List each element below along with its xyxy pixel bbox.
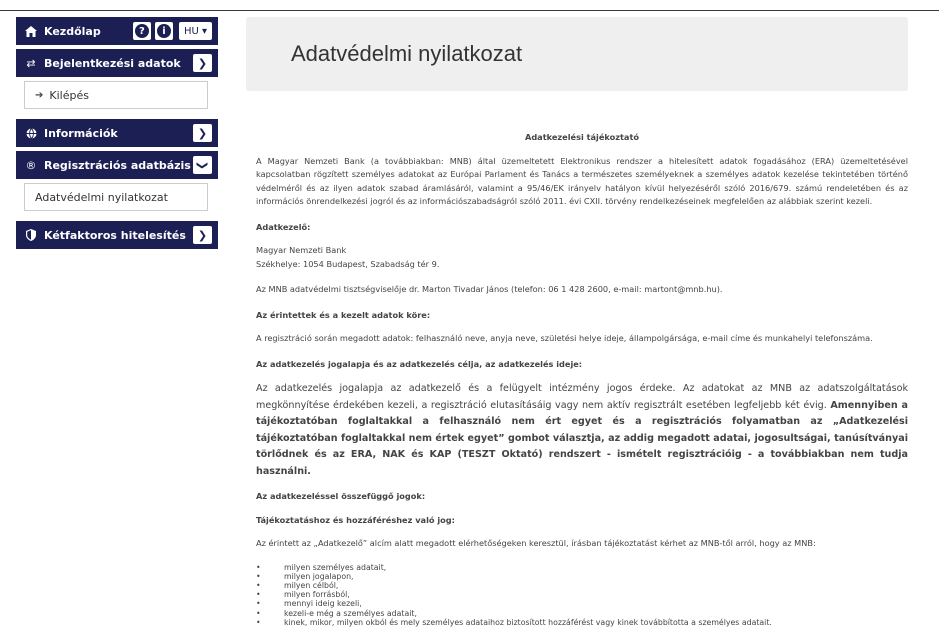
list-item: mennyi ideig kezeli, xyxy=(256,599,908,608)
privacy-label: Adatvédelmi nyilatkozat xyxy=(35,190,168,204)
privacy-statement-link[interactable]: Adatvédelmi nyilatkozat xyxy=(24,183,208,211)
basis-text: Az adatkezelés jogalapja az adatkezelő é… xyxy=(256,383,908,411)
registered-icon: ® xyxy=(25,158,37,172)
page-title: Adatvédelmi nyilatkozat xyxy=(291,41,523,66)
controller-block: Magyar Nemzeti Bank Székhelye: 1054 Buda… xyxy=(256,244,908,271)
list-item: milyen jogalapon, xyxy=(256,572,908,581)
top-divider xyxy=(0,10,939,11)
globe-icon xyxy=(24,127,38,139)
intro-paragraph: A Magyar Nemzeti Bank (a továbbiakban: M… xyxy=(256,155,908,207)
top-buttons: ? i HU ▾ xyxy=(132,22,212,40)
basis-heading: Az adatkezelés jogalapja és az adatkezel… xyxy=(256,358,583,369)
registry-label: Regisztrációs adatbázis xyxy=(44,158,191,172)
language-selector[interactable]: HU ▾ xyxy=(178,22,212,40)
list-item: kinek, mikor, milyen okból és mely szemé… xyxy=(256,618,908,627)
chevron-right-icon[interactable]: ❯ xyxy=(193,124,212,142)
login-data-label: Bejelentkezési adatok xyxy=(44,56,181,70)
list-item: milyen célból, xyxy=(256,581,908,590)
scope-heading: Az érintettek és a kezelt adatok köre: xyxy=(256,309,431,320)
info-button[interactable]: i xyxy=(154,22,173,40)
logout-link[interactable]: ➔ Kilépés xyxy=(24,81,208,109)
logout-label: Kilépés xyxy=(49,88,89,102)
page-header: Adatvédelmi nyilatkozat xyxy=(246,17,908,91)
access-paragraph: Az érintett az „Adatkezelő” alcím alatt … xyxy=(256,538,816,548)
two-factor-label: Kétfaktoros hitelesítés xyxy=(44,228,186,242)
swap-icon: ⇄ xyxy=(26,56,36,70)
list-item: milyen személyes adatait, xyxy=(256,563,908,572)
home-link[interactable]: Kezdőlap xyxy=(44,25,133,38)
main-area: Adatvédelmi nyilatkozat Adatkezelési táj… xyxy=(246,17,908,627)
list-item: kezeli-e még a személyes adatait, xyxy=(256,609,908,618)
login-data-bar[interactable]: ⇄ Bejelentkezési adatok ❯ xyxy=(16,49,218,77)
registry-bar[interactable]: ® Regisztrációs adatbázis ❯ xyxy=(16,151,218,179)
dpo-paragraph: Az MNB adatvédelmi tisztségviselője dr. … xyxy=(256,284,723,294)
info-icon: i xyxy=(156,24,171,38)
help-button[interactable]: ? xyxy=(132,22,151,40)
chevron-right-icon[interactable]: ❯ xyxy=(193,226,212,244)
scope-paragraph: A regisztráció során megadott adatok: fe… xyxy=(256,333,873,343)
info-label: Információk xyxy=(44,126,118,140)
home-icon xyxy=(24,25,38,37)
rights-heading: Az adatkezeléssel összefüggő jogok: xyxy=(256,491,426,501)
controller-name: Magyar Nemzeti Bank xyxy=(256,245,347,255)
sign-out-icon: ➔ xyxy=(35,89,44,101)
controller-heading: Adatkezelő: xyxy=(256,221,311,232)
list-item: milyen forrásból, xyxy=(256,590,908,599)
sidebar: Kezdőlap ? i HU ▾ ⇄ Bejelentkezési adato… xyxy=(16,17,218,253)
chevron-down-glyph: ❯ xyxy=(196,160,209,170)
help-icon: ? xyxy=(134,24,149,38)
info-bar[interactable]: Információk ❯ xyxy=(16,119,218,147)
privacy-content: Adatkezelési tájékoztató A Magyar Nemzet… xyxy=(246,131,908,627)
basis-paragraph: Az adatkezelés jogalapja az adatkezelő é… xyxy=(256,381,908,480)
access-heading: Tájékoztatáshoz és hozzáféréshez való jo… xyxy=(256,514,455,525)
content-title: Adatkezelési tájékoztató xyxy=(524,132,639,142)
home-bar[interactable]: Kezdőlap ? i HU ▾ xyxy=(16,17,218,45)
two-factor-bar[interactable]: Kétfaktoros hitelesítés ❯ xyxy=(16,221,218,249)
access-list: milyen személyes adatait, milyen jogalap… xyxy=(256,563,908,628)
chevron-down-icon[interactable]: ❯ xyxy=(193,156,212,174)
chevron-right-icon[interactable]: ❯ xyxy=(193,54,212,72)
shield-icon xyxy=(24,229,38,241)
basis-bold-text: Amennyiben a tájékoztatóban foglaltakkal… xyxy=(256,399,908,477)
controller-seat: Székhelye: 1054 Budapest, Szabadság tér … xyxy=(256,258,440,269)
